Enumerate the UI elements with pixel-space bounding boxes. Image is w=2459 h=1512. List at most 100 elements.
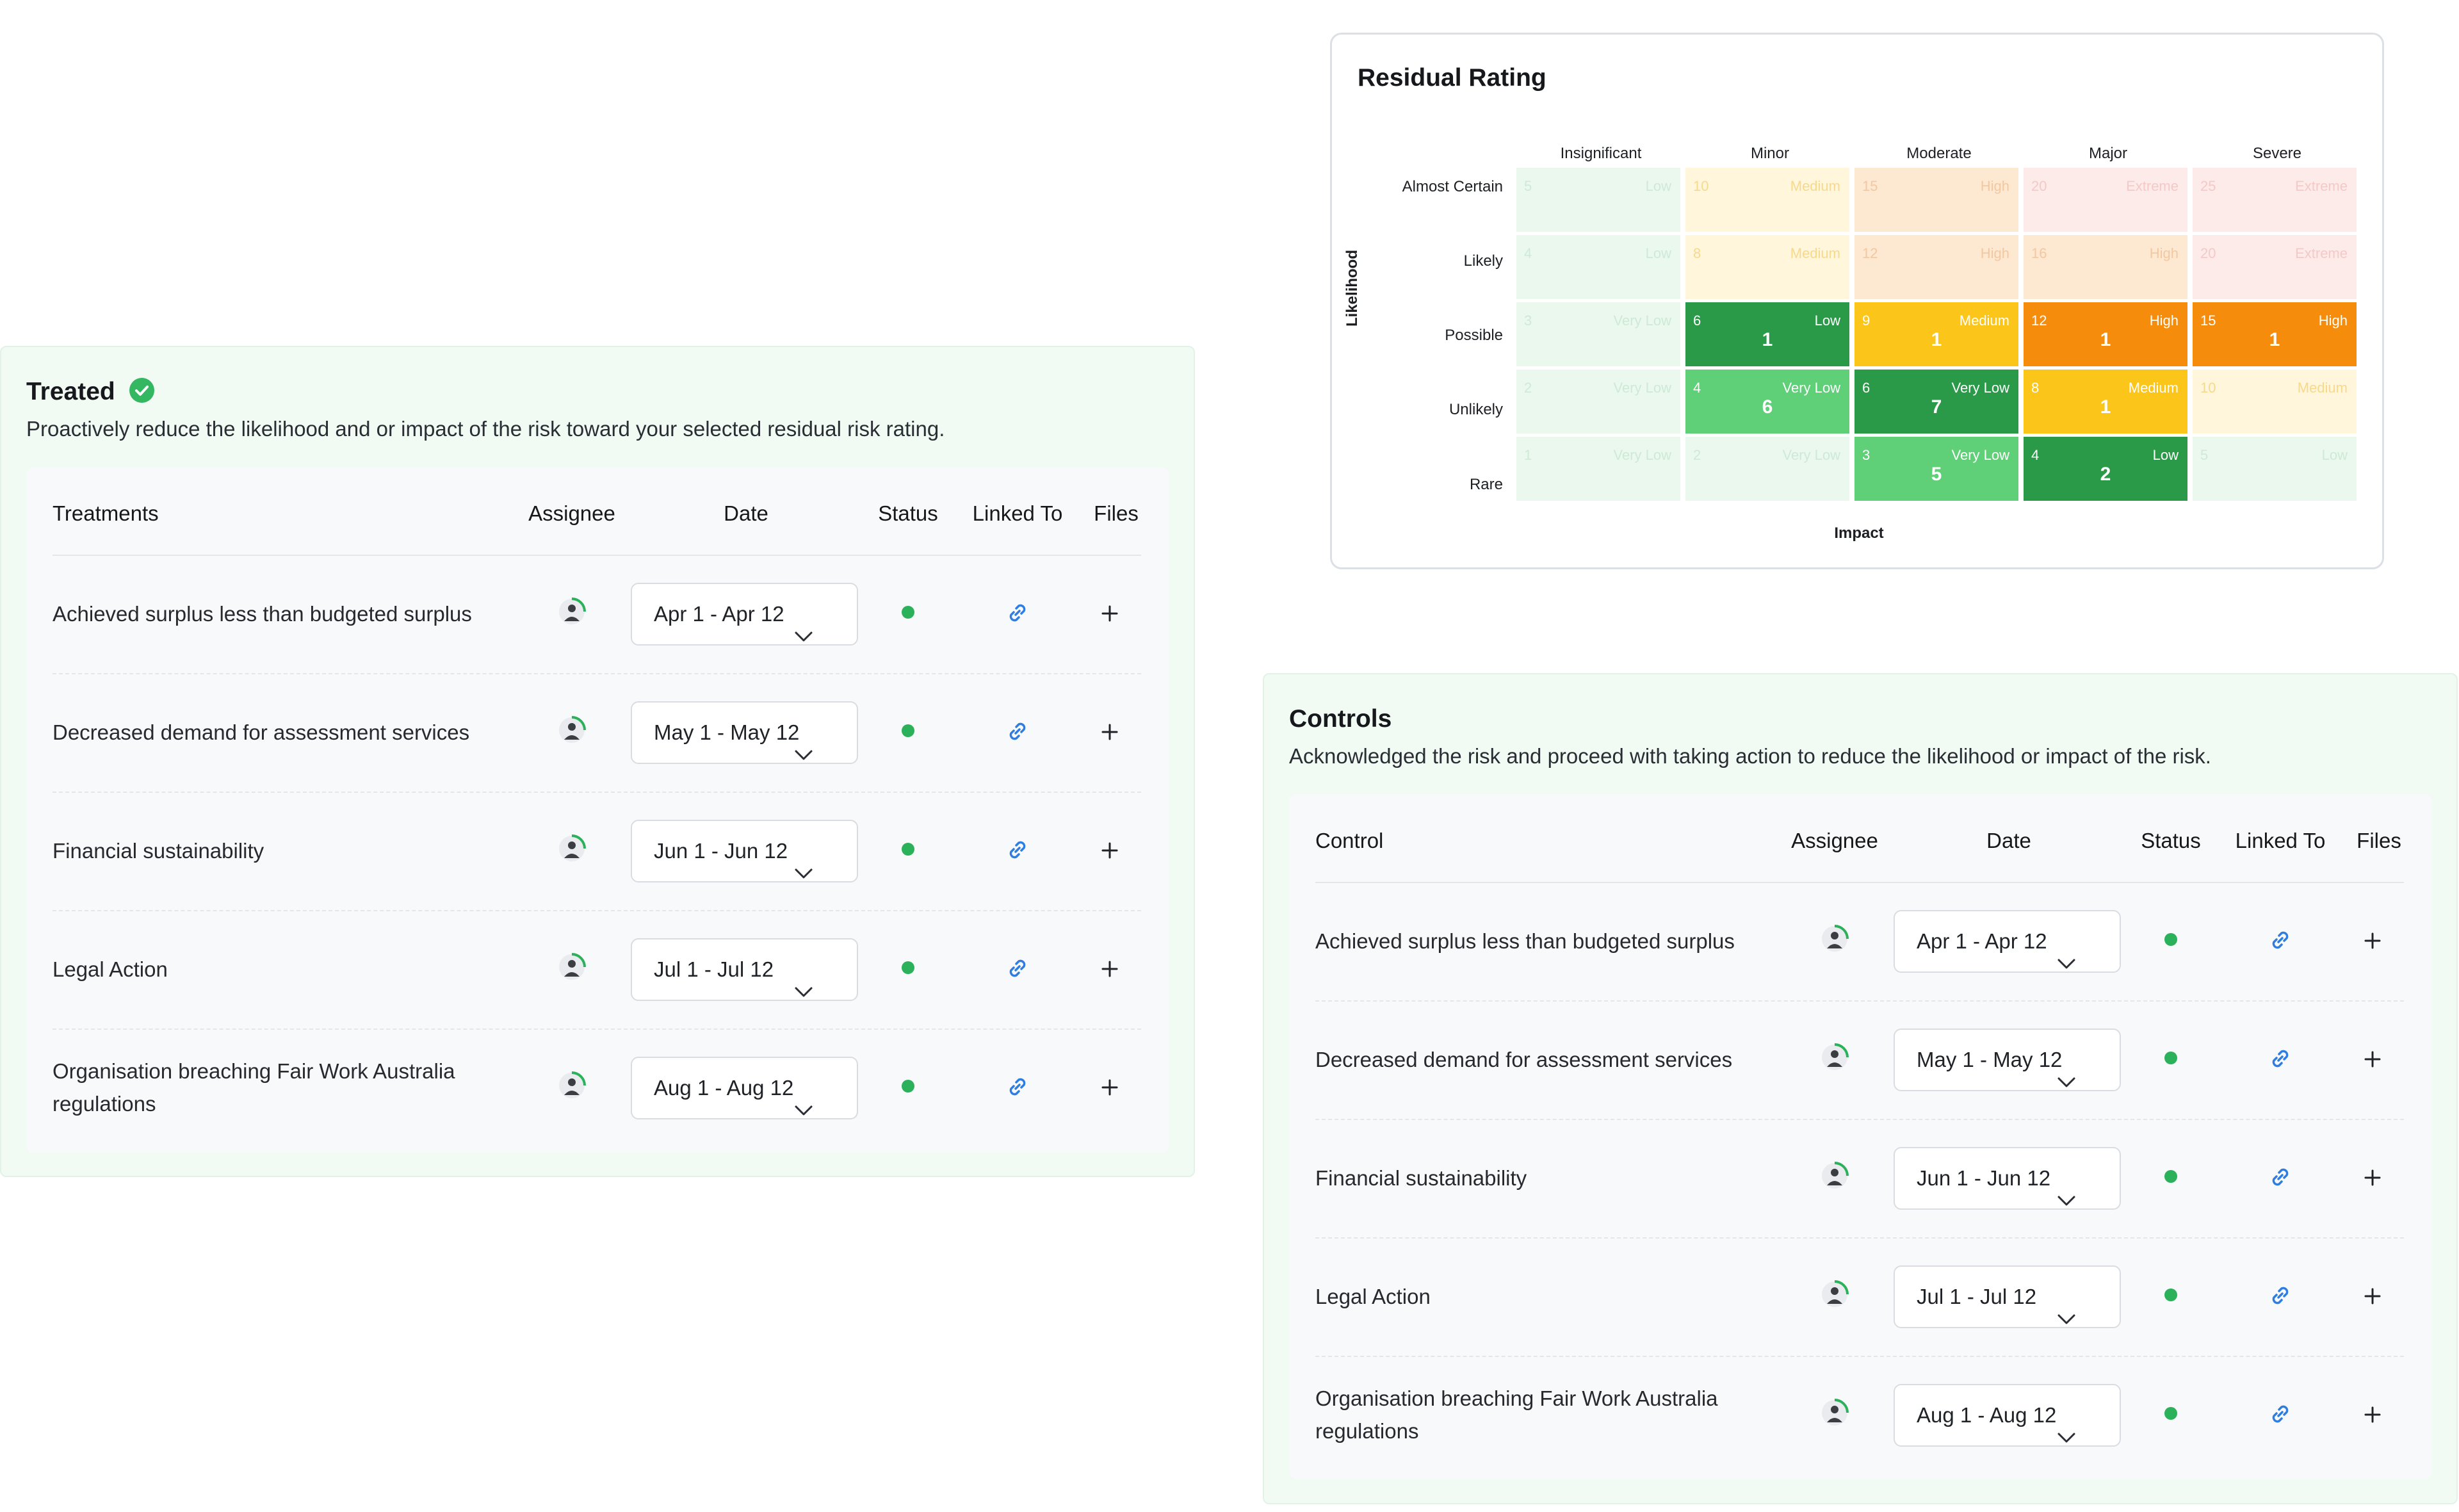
- assignee-avatar[interactable]: [1820, 924, 1849, 954]
- date-range-select[interactable]: Jun 1 - Jun 12: [631, 820, 858, 882]
- impact-col-2: Moderate: [1906, 145, 1972, 162]
- treatments-table: [26, 467, 1169, 1153]
- add-file-icon[interactable]: [1100, 603, 1120, 624]
- status-dot: [902, 1080, 914, 1093]
- matrix-cell[interactable]: 20 Extreme: [2024, 168, 2187, 232]
- cell-level: Low: [1645, 178, 1671, 194]
- matrix-cell[interactable]: 4 Low: [1516, 235, 1680, 299]
- matrix-cell[interactable]: 8 Medium: [1685, 235, 1849, 299]
- cell-score: 12: [1862, 245, 1878, 261]
- link-icon[interactable]: [1004, 836, 1031, 863]
- matrix-cell[interactable]: 6 Very Low 7: [1854, 370, 2018, 434]
- matrix-cell[interactable]: 20 Extreme: [2193, 235, 2357, 299]
- row-name: Financial sustainability: [1315, 1166, 1527, 1190]
- assignee-avatar[interactable]: [557, 834, 587, 863]
- cell-score: 4: [1524, 245, 1532, 261]
- cell-level: Low: [2321, 447, 2348, 463]
- link-icon[interactable]: [2267, 1401, 2294, 1427]
- add-file-icon[interactable]: [1100, 840, 1120, 861]
- col-header-assignee: Assignee: [528, 501, 615, 525]
- cell-score: 10: [2200, 380, 2216, 396]
- date-range-select[interactable]: May 1 - May 12: [631, 701, 858, 764]
- date-range-select[interactable]: Jul 1 - Jul 12: [1894, 1265, 2121, 1328]
- assignee-avatar[interactable]: [1820, 1161, 1849, 1191]
- row-name: Financial sustainability: [53, 839, 264, 863]
- matrix-cell[interactable]: 15 High 1: [2193, 302, 2357, 366]
- cell-level: Very Low: [1782, 447, 1841, 463]
- matrix-cell[interactable]: 10 Medium: [1685, 168, 1849, 232]
- date-range-select[interactable]: May 1 - May 12: [1894, 1028, 2121, 1091]
- link-icon[interactable]: [1004, 599, 1031, 626]
- assignee-avatar[interactable]: [557, 715, 587, 745]
- date-range-value: Jun 1 - Jun 12: [654, 839, 788, 863]
- add-file-icon[interactable]: [2362, 1404, 2383, 1425]
- cell-score: 15: [1862, 178, 1878, 194]
- date-range-select[interactable]: Jun 1 - Jun 12: [1894, 1147, 2121, 1210]
- matrix-cell[interactable]: 5 Low: [2193, 437, 2357, 501]
- link-icon[interactable]: [2267, 1164, 2294, 1191]
- date-range-select[interactable]: Apr 1 - Apr 12: [1894, 910, 2121, 973]
- controls-table: [1289, 794, 2432, 1479]
- assignee-avatar[interactable]: [557, 597, 587, 626]
- assignee-avatar[interactable]: [1820, 1280, 1849, 1309]
- date-range-select[interactable]: Apr 1 - Apr 12: [631, 583, 858, 646]
- cell-level: Very Low: [1782, 380, 1841, 396]
- matrix-cell[interactable]: 12 High: [1854, 235, 2018, 299]
- row-name: Legal Action: [53, 957, 168, 981]
- link-icon[interactable]: [1004, 1073, 1031, 1100]
- matrix-cell[interactable]: 3 Very Low: [1516, 302, 1680, 366]
- matrix-cell[interactable]: 15 High: [1854, 168, 2018, 232]
- link-icon[interactable]: [1004, 955, 1031, 982]
- cell-level: Very Low: [1613, 313, 1672, 329]
- row-divider: [1315, 1000, 2404, 1002]
- cell-score: 6: [1693, 313, 1701, 329]
- matrix-cell[interactable]: 2 Very Low: [1516, 370, 1680, 434]
- matrix-cell[interactable]: 8 Medium 1: [2024, 370, 2187, 434]
- link-icon[interactable]: [1004, 718, 1031, 745]
- add-file-icon[interactable]: [1100, 722, 1120, 742]
- add-file-icon[interactable]: [2362, 1167, 2383, 1188]
- cell-score: 5: [2200, 447, 2209, 463]
- cell-level: Very Low: [1613, 447, 1672, 463]
- likelihood-row-0: Almost Certain: [1402, 178, 1503, 195]
- matrix-cell[interactable]: 16 High: [2024, 235, 2187, 299]
- add-file-icon[interactable]: [2362, 1286, 2383, 1306]
- matrix-cell[interactable]: 9 Medium 1: [1854, 302, 2018, 366]
- assignee-avatar[interactable]: [557, 1071, 587, 1100]
- link-icon[interactable]: [2267, 1045, 2294, 1072]
- date-range-value: Jul 1 - Jul 12: [654, 957, 774, 981]
- date-range-value: Apr 1 - Apr 12: [654, 602, 784, 626]
- link-icon[interactable]: [2267, 927, 2294, 954]
- assignee-avatar[interactable]: [1820, 1398, 1849, 1427]
- col-header-files: Files: [2357, 829, 2401, 852]
- cell-score: 9: [1862, 313, 1871, 329]
- matrix-cell[interactable]: 6 Low 1: [1685, 302, 1849, 366]
- matrix-cell[interactable]: 1 Very Low: [1516, 437, 1680, 501]
- date-range-value: Apr 1 - Apr 12: [1917, 929, 2047, 953]
- assignee-avatar[interactable]: [1820, 1043, 1849, 1072]
- matrix-cell[interactable]: 2 Very Low: [1685, 437, 1849, 501]
- date-range-select[interactable]: Jul 1 - Jul 12: [631, 938, 858, 1001]
- add-file-icon[interactable]: [2362, 1049, 2383, 1069]
- matrix-cell[interactable]: 4 Very Low 6: [1685, 370, 1849, 434]
- assignee-avatar[interactable]: [557, 952, 587, 982]
- row-name: Achieved surplus less than budgeted surp…: [53, 602, 472, 626]
- matrix-cell[interactable]: 5 Low: [1516, 168, 1680, 232]
- matrix-cell[interactable]: 4 Low 2: [2024, 437, 2187, 501]
- date-range-select[interactable]: Aug 1 - Aug 12: [631, 1057, 858, 1119]
- controls-title: Controls: [1289, 705, 1392, 733]
- add-file-icon[interactable]: [2362, 931, 2383, 951]
- matrix-cell[interactable]: 10 Medium: [2193, 370, 2357, 434]
- matrix-cell[interactable]: 12 High 1: [2024, 302, 2187, 366]
- cell-score: 2: [1524, 380, 1532, 396]
- date-range-value: May 1 - May 12: [654, 720, 800, 744]
- add-file-icon[interactable]: [1100, 959, 1120, 979]
- cell-level: Medium: [1959, 313, 2009, 329]
- matrix-cell[interactable]: 3 Very Low 5: [1854, 437, 2018, 501]
- date-range-select[interactable]: Aug 1 - Aug 12: [1894, 1384, 2121, 1447]
- cell-level: Extreme: [2295, 245, 2348, 261]
- add-file-icon[interactable]: [1100, 1077, 1120, 1098]
- link-icon[interactable]: [2267, 1282, 2294, 1309]
- matrix-cell[interactable]: 25 Extreme: [2193, 168, 2357, 232]
- cell-level: Low: [1645, 245, 1671, 261]
